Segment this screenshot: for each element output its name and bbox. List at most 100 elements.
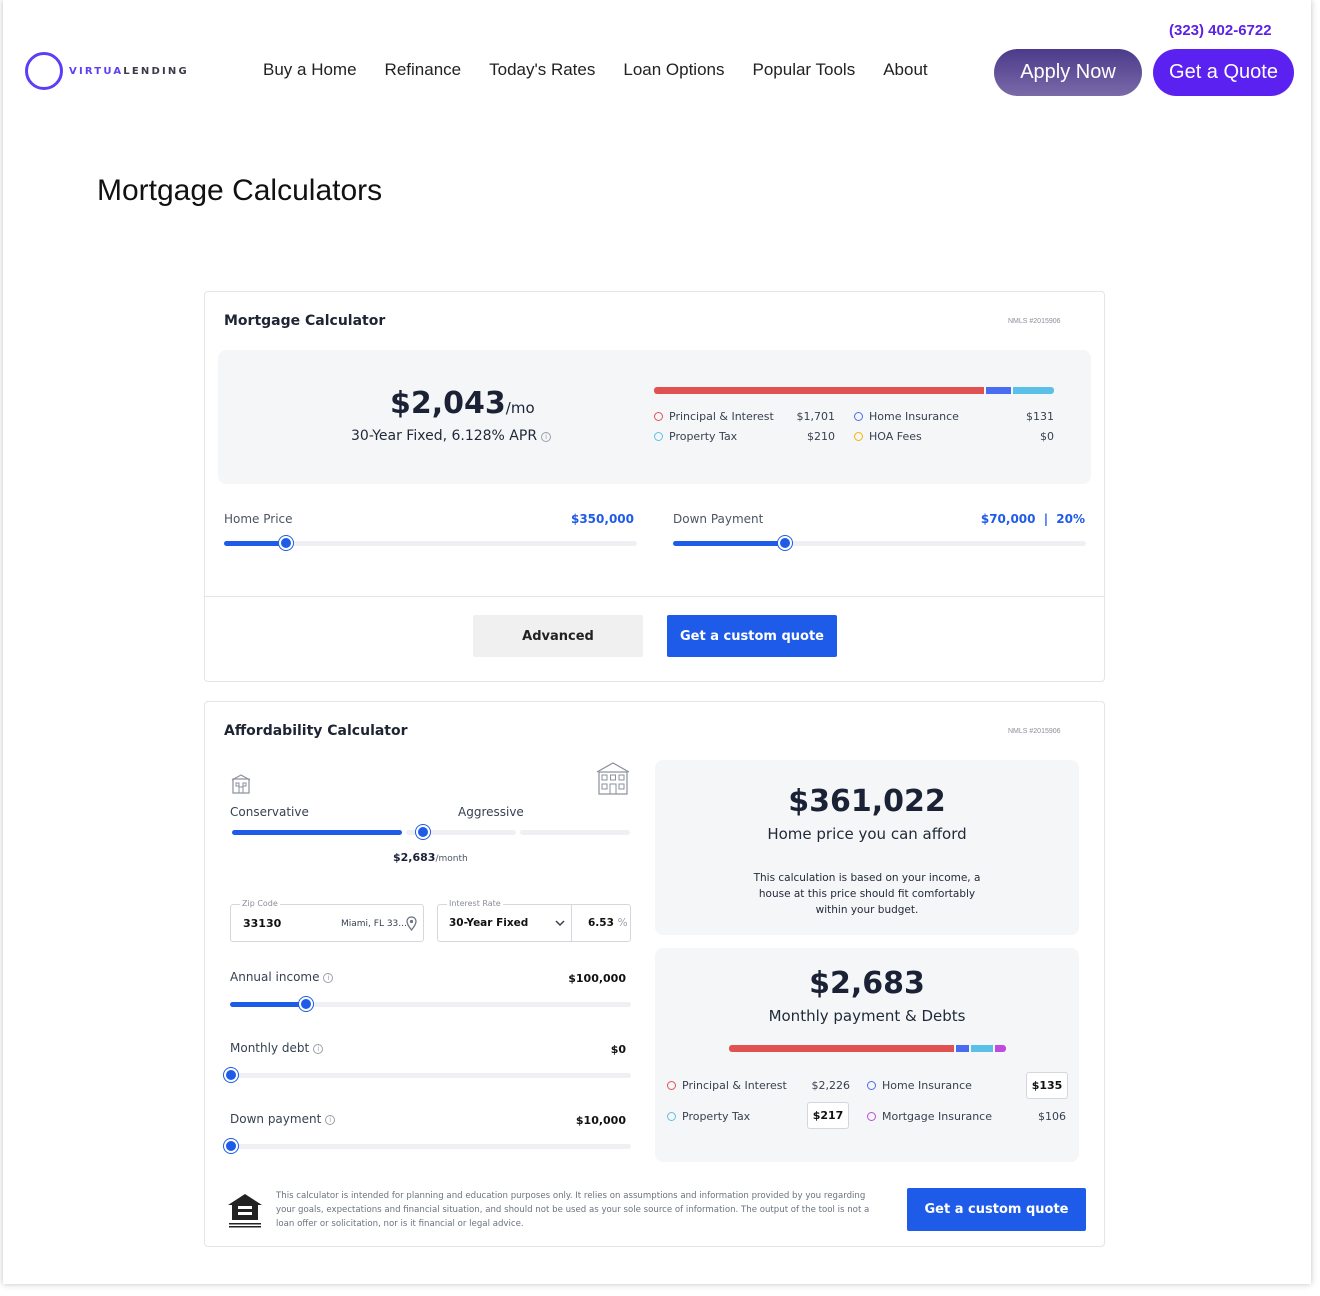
apply-now-button[interactable]: Apply Now	[994, 49, 1142, 96]
down-payment-slider[interactable]	[230, 1144, 631, 1149]
nav-loan-options[interactable]: Loan Options	[623, 60, 724, 80]
interest-rate-input[interactable]: 6.53 %	[588, 917, 628, 929]
legend-property-tax: Property Tax	[667, 1110, 750, 1123]
location-pin-icon[interactable]	[406, 916, 417, 931]
down-payment-slider-handle[interactable]	[224, 1139, 238, 1153]
monthly-payment-value: $2,043	[390, 386, 506, 421]
property-tax-dot-icon	[654, 432, 663, 441]
down-payment-label: Down payment	[230, 1112, 322, 1126]
page: VIRTUALENDING Buy a Home Refinance Today…	[3, 0, 1311, 1284]
info-icon[interactable]: i	[313, 1044, 324, 1054]
home-price-slider-handle[interactable]	[278, 536, 293, 550]
home-price-label: Home Price	[224, 512, 293, 526]
divider	[205, 596, 1104, 597]
loan-type-select[interactable]: 30-Year Fixed	[438, 905, 572, 941]
home-insurance-dot-icon	[854, 412, 863, 421]
afford-home-price-value: $361,022	[788, 784, 946, 819]
bar-property-tax	[971, 1045, 994, 1052]
loan-type-value: 30-Year Fixed	[449, 917, 529, 929]
bar-home-insurance	[985, 387, 1012, 394]
principal-interest-dot-icon	[667, 1081, 676, 1090]
legend-mortgage-insurance: Mortgage Insurance $106	[867, 1110, 1066, 1123]
legend-principal-interest: Principal & Interest $2,226	[667, 1079, 850, 1092]
monthly-budget-value: $2,683	[393, 851, 436, 864]
main-nav: Buy a Home Refinance Today's Rates Loan …	[263, 60, 928, 80]
per-month-unit: /mo	[505, 399, 535, 417]
page-title: Mortgage Calculators	[97, 174, 383, 207]
nmls-number: NMLS #2015906	[1008, 318, 1061, 325]
zip-code-field[interactable]: Zip Code 33130 Miami, FL 33...	[230, 899, 424, 942]
info-icon[interactable]: i	[325, 1115, 336, 1125]
risk-slider[interactable]	[232, 830, 630, 835]
loan-description: 30-Year Fixed, 6.128% APR	[351, 428, 538, 444]
afford-result-panel: $361,022 Home price you can afford This …	[655, 760, 1079, 935]
mortgage-insurance-dot-icon	[867, 1112, 876, 1121]
nav-refinance[interactable]: Refinance	[385, 60, 462, 80]
monthly-debt-slider-handle[interactable]	[224, 1068, 238, 1082]
info-icon[interactable]: i	[541, 432, 552, 442]
legend-property-tax: Property Tax $210	[654, 430, 835, 443]
annual-income-label: Annual income	[230, 970, 320, 984]
affordability-calculator-title: Affordability Calculator	[224, 723, 408, 739]
bar-property-tax	[1013, 387, 1054, 394]
zip-code-value: 33130	[243, 917, 282, 930]
annual-income-slider[interactable]	[230, 1002, 631, 1007]
property-tax-input[interactable]: $217	[807, 1102, 849, 1129]
monthly-payment-panel: $2,683 Monthly payment & Debts Principal…	[655, 948, 1079, 1162]
get-custom-quote-button[interactable]: Get a custom quote	[907, 1188, 1086, 1231]
conservative-label: Conservative	[230, 805, 309, 819]
down-payment-label: Down Payment	[673, 512, 764, 526]
bar-home-insurance	[955, 1045, 970, 1052]
down-payment-slider-fill	[673, 541, 785, 546]
nmls-number: NMLS #2015906	[1008, 728, 1061, 735]
home-insurance-dot-icon	[867, 1081, 876, 1090]
info-icon[interactable]: i	[323, 973, 334, 983]
afford-note: This calculation is based on your income…	[753, 872, 981, 916]
small-house-icon	[231, 774, 251, 794]
nav-todays-rates[interactable]: Today's Rates	[489, 60, 595, 80]
monthly-debt-value: $0	[610, 1043, 626, 1056]
legend-home-insurance: Home Insurance $131	[854, 410, 1054, 423]
annual-income-value: $100,000	[568, 972, 626, 985]
home-insurance-input[interactable]: $135	[1026, 1072, 1068, 1099]
aggressive-label: Aggressive	[458, 805, 524, 819]
hoa-fees-dot-icon	[854, 432, 863, 441]
property-tax-dot-icon	[667, 1112, 676, 1121]
mortgage-calculator-card: Mortgage Calculator NMLS #2015906 $2,043…	[204, 291, 1105, 682]
phone-link[interactable]: (323) 402-6722	[1169, 22, 1272, 39]
down-payment-value: $70,000	[980, 512, 1036, 526]
down-payment-percent: 20%	[1056, 512, 1085, 526]
get-a-quote-button[interactable]: Get a Quote	[1153, 49, 1294, 96]
home-price-value: $350,000	[570, 512, 634, 526]
logo-text-b: LENDING	[123, 65, 189, 77]
afford-home-price-caption: Home price you can afford	[767, 825, 967, 843]
chevron-down-icon	[555, 920, 565, 927]
down-payment-slider[interactable]	[673, 541, 1086, 546]
virtualending-logo[interactable]: VIRTUALENDING	[25, 52, 189, 90]
legend-hoa-fees: HOA Fees $0	[854, 430, 1054, 443]
monthly-debt-slider[interactable]	[230, 1073, 631, 1078]
risk-slider-handle[interactable]	[416, 825, 430, 839]
nav-about[interactable]: About	[883, 60, 927, 80]
annual-income-slider-handle[interactable]	[299, 997, 313, 1011]
payment-summary-panel: $2,043 /mo 30-Year Fixed, 6.128% APR i Pr…	[218, 350, 1091, 484]
legend-principal-interest: Principal & Interest $1,701	[654, 410, 835, 423]
payment-breakdown-bar	[654, 387, 1054, 394]
annual-income-slider-fill	[230, 1002, 306, 1007]
affordability-calculator-card: Affordability Calculator NMLS #2015906 C…	[204, 701, 1105, 1247]
down-payment-slider-handle[interactable]	[777, 536, 792, 550]
monthly-payment-caption: Monthly payment & Debts	[768, 1007, 966, 1025]
disclaimer-text: This calculator is intended for planning…	[276, 1191, 870, 1229]
monthly-debt-label: Monthly debt	[230, 1041, 310, 1055]
bar-principal-interest	[729, 1045, 954, 1052]
principal-interest-dot-icon	[654, 412, 663, 421]
home-price-slider-fill	[224, 541, 286, 546]
advanced-button[interactable]: Advanced	[473, 615, 643, 657]
large-house-icon	[596, 762, 630, 795]
down-payment-value: $10,000	[575, 1114, 626, 1127]
get-custom-quote-button[interactable]: Get a custom quote	[667, 615, 837, 657]
nav-popular-tools[interactable]: Popular Tools	[753, 60, 856, 80]
interest-rate-field: Interest Rate 30-Year Fixed 6.53 %	[437, 899, 631, 942]
nav-buy-a-home[interactable]: Buy a Home	[263, 60, 357, 80]
mortgage-calculator-title: Mortgage Calculator	[224, 313, 386, 329]
